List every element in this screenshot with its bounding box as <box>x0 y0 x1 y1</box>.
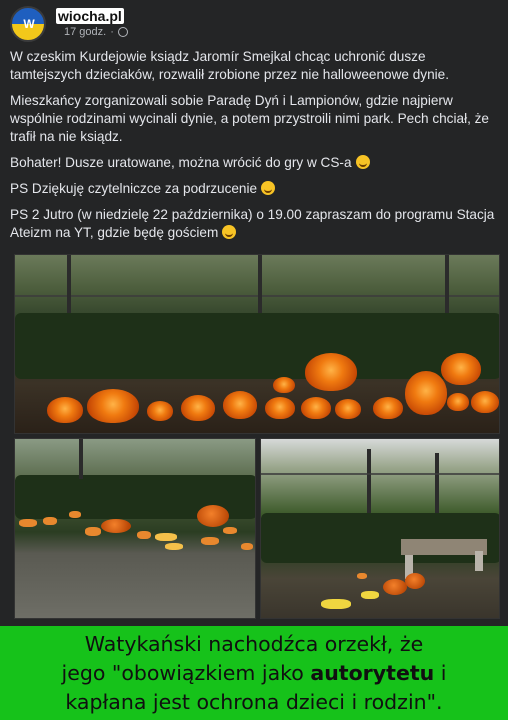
smiley-emoji-icon <box>222 225 237 239</box>
smashed-pumpkin <box>383 579 407 595</box>
post-meta: 17 godz. · <box>64 26 128 38</box>
logo-icon: W <box>23 17 35 31</box>
post-timestamp[interactable]: 17 godz. <box>64 26 106 38</box>
pumpkin <box>471 391 499 413</box>
pumpkin <box>447 393 469 411</box>
pumpkin <box>373 397 403 419</box>
photo-pumpkins-row[interactable] <box>14 254 500 434</box>
smashed-pumpkin <box>405 573 425 589</box>
pumpkin <box>181 395 215 421</box>
caption-line-2: jego "obowiązkiem jako autorytetu i <box>61 660 447 685</box>
pumpkin <box>405 371 447 415</box>
facebook-post: W wiocha.pl 17 godz. · W czeskim Kurdejo… <box>0 0 508 626</box>
photo-bench-pumpkins[interactable] <box>260 438 500 619</box>
pumpkin <box>265 397 295 419</box>
laughing-emoji-icon <box>355 155 370 169</box>
pumpkin <box>273 377 295 393</box>
smashed-pumpkin <box>197 505 229 527</box>
globe-icon <box>117 27 128 37</box>
caption-line-3: kapłana jest ochrona dzieci i rodzin". <box>65 689 443 714</box>
paragraph-1: W czeskim Kurdejowie ksiądz Jaromír Smej… <box>10 49 449 82</box>
caption-text: Watykański nachodźca orzekł, że jego "ob… <box>62 630 447 717</box>
paragraph-5: PS 2 Jutro (w niedzielę 22 października)… <box>10 207 495 240</box>
pumpkin <box>87 389 139 423</box>
post-header: W wiocha.pl 17 godz. · <box>10 6 500 42</box>
pumpkin <box>305 353 357 391</box>
caption-line-1: Watykański nachodźca orzekł, że <box>84 631 424 656</box>
page-avatar[interactable]: W <box>10 6 46 42</box>
photo-smashed-pumpkins[interactable] <box>14 438 256 619</box>
paragraph-3: Bohater! Dusze uratowane, można wrócić d… <box>10 154 496 172</box>
pumpkin <box>223 391 257 419</box>
pumpkin <box>335 399 361 419</box>
pumpkin <box>47 397 83 423</box>
pumpkin <box>301 397 331 419</box>
post-text: W czeskim Kurdejowie ksiądz Jaromír Smej… <box>10 48 496 250</box>
paragraph-2: Mieszkańcy zorganizowali sobie Paradę Dy… <box>10 93 489 144</box>
smashed-pumpkin <box>101 519 131 533</box>
smiley-emoji-icon <box>261 181 276 195</box>
meme-caption: Watykański nachodźca orzekł, że jego "ob… <box>0 626 508 720</box>
paragraph-4: PS Dziękuję czytelniczce za podrzucenie <box>10 180 496 198</box>
pumpkin <box>441 353 481 385</box>
pumpkin <box>147 401 173 421</box>
page-name[interactable]: wiocha.pl <box>56 8 124 24</box>
